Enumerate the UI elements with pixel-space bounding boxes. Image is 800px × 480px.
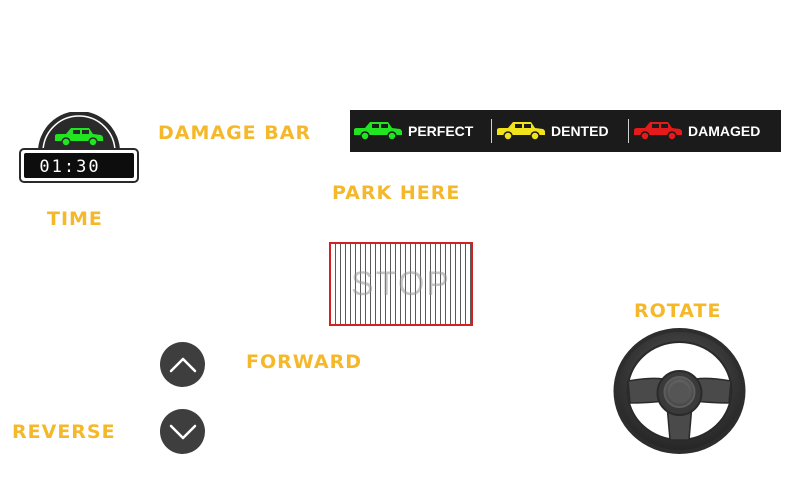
forward-button[interactable]: [160, 342, 205, 387]
damage-bar: PERFECT DENTED DAMAGED: [350, 110, 781, 152]
forward-label: FORWARD: [246, 351, 362, 373]
chevron-down-icon: [169, 424, 196, 439]
damage-state-label: PERFECT: [408, 123, 474, 139]
parking-spot: STOP: [329, 242, 473, 326]
divider: [628, 119, 629, 143]
steering-wheel-icon: [613, 328, 746, 454]
rotate-label: ROTATE: [634, 300, 722, 322]
car-icon: [497, 122, 545, 141]
chevron-up-icon: [169, 357, 196, 372]
stop-marking: STOP: [351, 264, 451, 303]
car-icon: [55, 128, 103, 147]
damage-state-damaged: DAMAGED: [632, 110, 760, 152]
damage-state-label: DENTED: [551, 123, 609, 139]
damage-bar-label: DAMAGE BAR: [158, 122, 312, 144]
steering-wheel[interactable]: [611, 325, 748, 457]
damage-state-dented: DENTED: [495, 110, 609, 152]
timer-value: 01:30: [39, 157, 101, 177]
car-icon: [634, 122, 682, 141]
damage-state-perfect: PERFECT: [352, 110, 473, 152]
time-label: TIME: [47, 208, 103, 230]
reverse-button[interactable]: [160, 409, 205, 454]
park-here-label: PARK HERE: [332, 182, 461, 204]
car-icon: [354, 122, 402, 141]
reverse-label: REVERSE: [12, 421, 116, 443]
divider: [491, 119, 492, 143]
damage-state-label: DAMAGED: [688, 123, 761, 139]
